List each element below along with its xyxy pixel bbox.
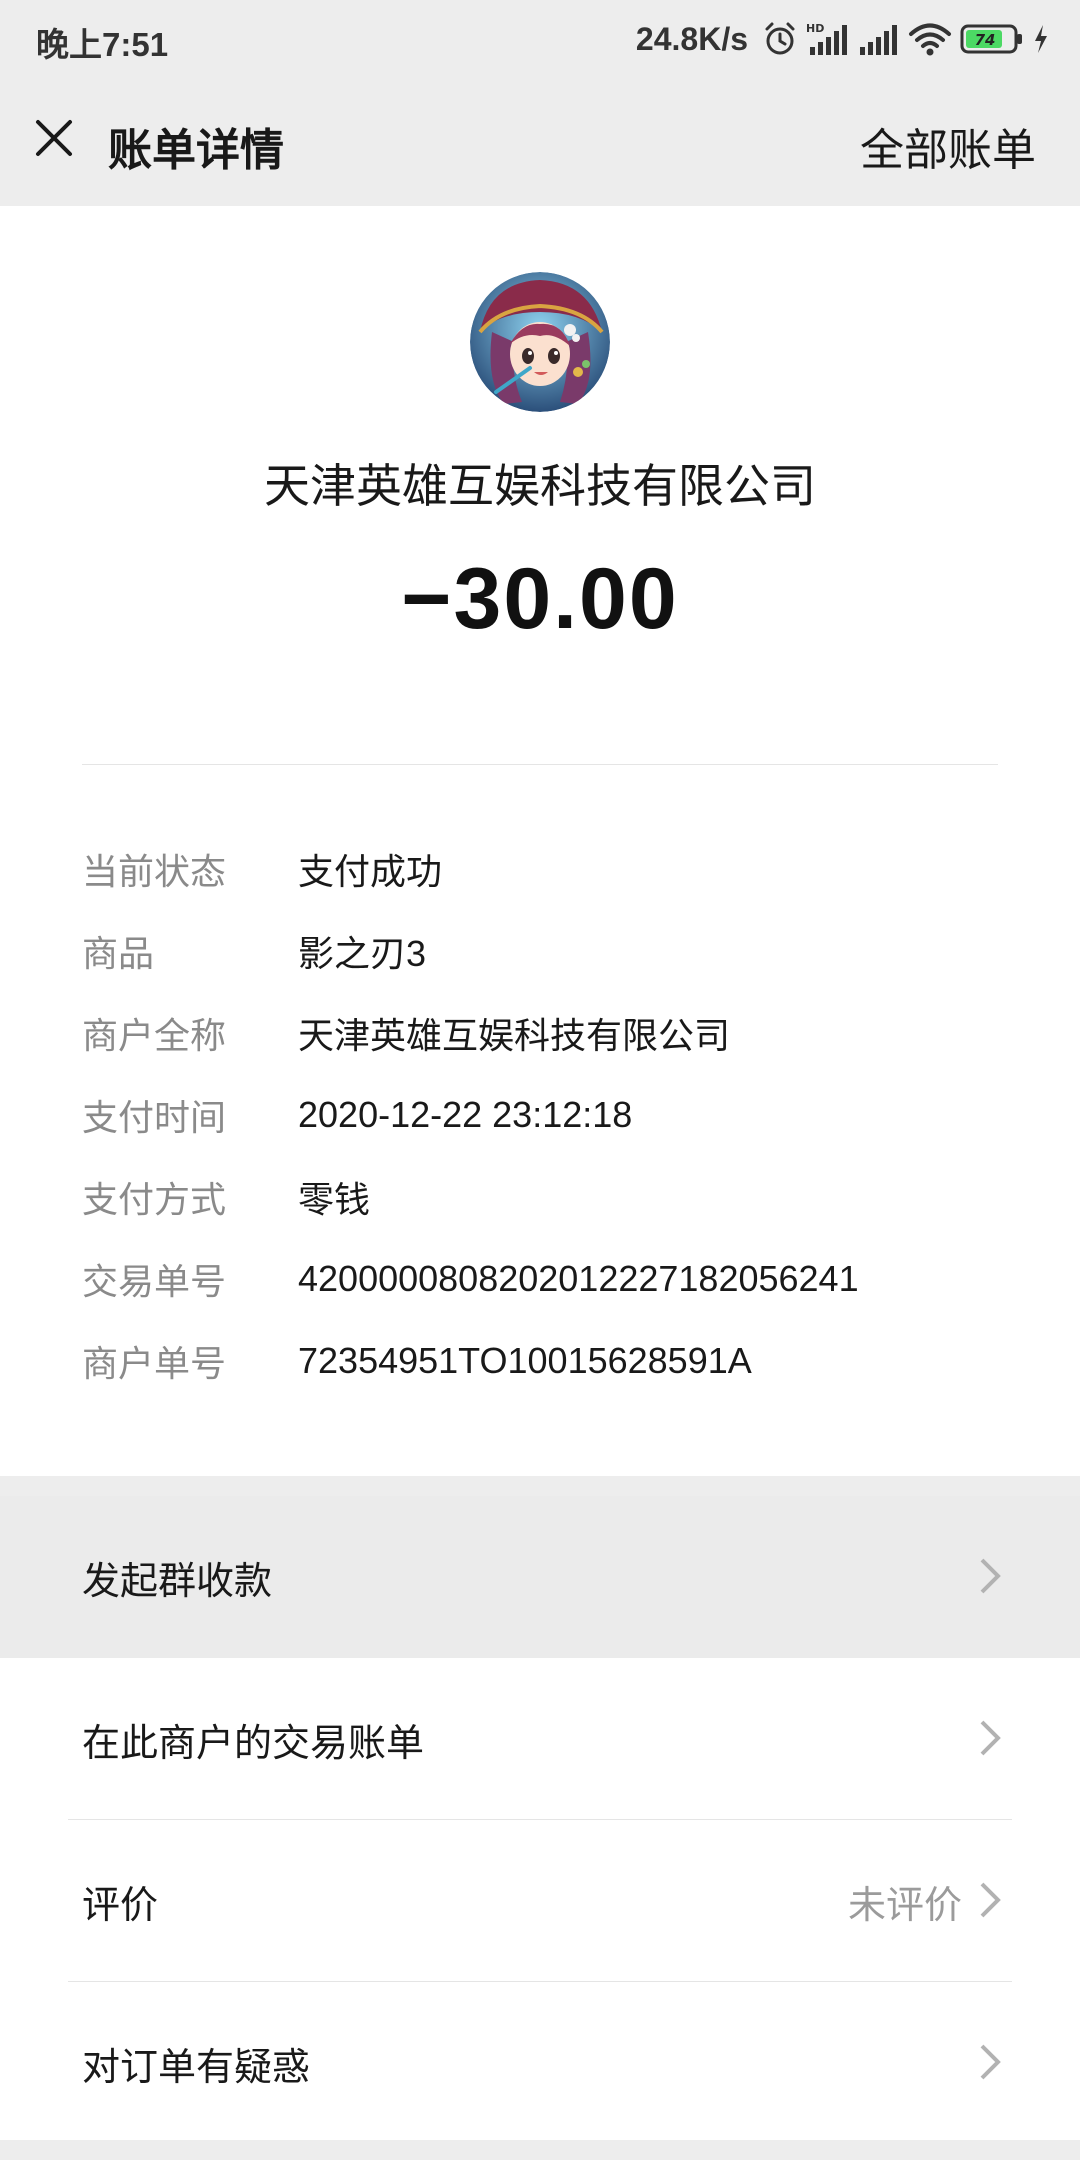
menu-item-merchant-bills[interactable]: 在此商户的交易账单	[0, 1658, 1080, 1820]
detail-row-product: 商品 影之刃3	[82, 910, 1042, 992]
menu-label: 评价	[82, 1884, 159, 1927]
menu-label: 发起群收款	[82, 1560, 273, 1603]
charging-icon	[1035, 25, 1047, 53]
menu-label: 在此商户的交易账单	[82, 1722, 425, 1765]
action-menu: 发起群收款 在此商户的交易账单 评价 未评价 对订单有疑惑	[0, 1476, 1080, 2144]
detail-label: 商户全称	[82, 1015, 227, 1056]
svg-text:74: 74	[975, 31, 996, 49]
status-time: 晚上7:51	[36, 26, 169, 63]
detail-value: 天津英雄互娱科技有限公司	[298, 1015, 731, 1056]
menu-item-review[interactable]: 评价 未评价	[0, 1820, 1080, 1982]
menu-item-group-collect[interactable]: 发起群收款	[0, 1496, 1080, 1658]
review-status: 未评价	[847, 1884, 962, 1927]
chevron-right-icon	[980, 1882, 1001, 1918]
hd-signal-icon: HD	[806, 22, 847, 55]
detail-label: 支付方式	[82, 1179, 227, 1220]
detail-label: 当前状态	[82, 851, 227, 892]
close-icon[interactable]	[28, 112, 80, 164]
menu-item-order-question[interactable]: 对订单有疑惑	[0, 1982, 1080, 2144]
detail-value: 支付成功	[298, 851, 443, 892]
detail-row-transaction-id: 交易单号 4200000808202012227182056241	[82, 1238, 1042, 1320]
bill-card: 天津英雄互娱科技有限公司 −30.00 当前状态 支付成功 商品 影之刃3 商户…	[0, 206, 1080, 1476]
battery-icon: 74	[960, 24, 1022, 54]
detail-label: 支付时间	[82, 1097, 227, 1138]
detail-value: 72354951TO10015628591A	[298, 1340, 752, 1381]
merchant-name: 天津英雄互娱科技有限公司	[264, 460, 816, 512]
detail-value: 零钱	[298, 1179, 371, 1220]
wifi-icon	[909, 23, 951, 56]
detail-value: 影之刃3	[298, 933, 427, 974]
status-icons: 24.8K/s HD 74	[636, 18, 1050, 60]
merchant-avatar	[470, 272, 610, 412]
signal-icon	[860, 25, 897, 55]
detail-row-pay-time: 支付时间 2020-12-22 23:12:18	[82, 1074, 1042, 1156]
detail-value: 2020-12-22 23:12:18	[298, 1094, 633, 1135]
status-bar: 晚上7:51 24.8K/s HD 74	[0, 0, 1080, 78]
detail-label: 商品	[82, 933, 155, 974]
chevron-right-icon	[980, 2044, 1001, 2080]
detail-row-merchant: 商户全称 天津英雄互娱科技有限公司	[82, 992, 1042, 1074]
svg-text:HD: HD	[806, 22, 824, 35]
page-title: 账单详情	[108, 126, 284, 175]
nav-bar: 账单详情 全部账单	[0, 78, 1080, 206]
divider	[82, 764, 998, 765]
alarm-icon	[765, 22, 795, 55]
detail-value: 4200000808202012227182056241	[298, 1258, 859, 1299]
chevron-right-icon	[980, 1720, 1001, 1756]
menu-label: 对订单有疑惑	[82, 2046, 311, 2089]
detail-label: 交易单号	[82, 1261, 227, 1302]
net-speed: 24.8K/s	[635, 20, 748, 57]
detail-row-status: 当前状态 支付成功	[82, 828, 1042, 910]
detail-label: 商户单号	[82, 1343, 227, 1384]
all-bills-link[interactable]: 全部账单	[860, 114, 1036, 178]
bill-details: 当前状态 支付成功 商品 影之刃3 商户全称 天津英雄互娱科技有限公司 支付时间…	[82, 828, 1042, 1402]
bill-amount: −30.00	[401, 551, 679, 647]
detail-row-pay-method: 支付方式 零钱	[82, 1156, 1042, 1238]
detail-row-merchant-order-id: 商户单号 72354951TO10015628591A	[82, 1320, 1042, 1402]
chevron-right-icon	[980, 1558, 1001, 1594]
section-gap	[0, 1476, 1080, 1496]
bottom-background	[0, 2140, 1080, 2160]
